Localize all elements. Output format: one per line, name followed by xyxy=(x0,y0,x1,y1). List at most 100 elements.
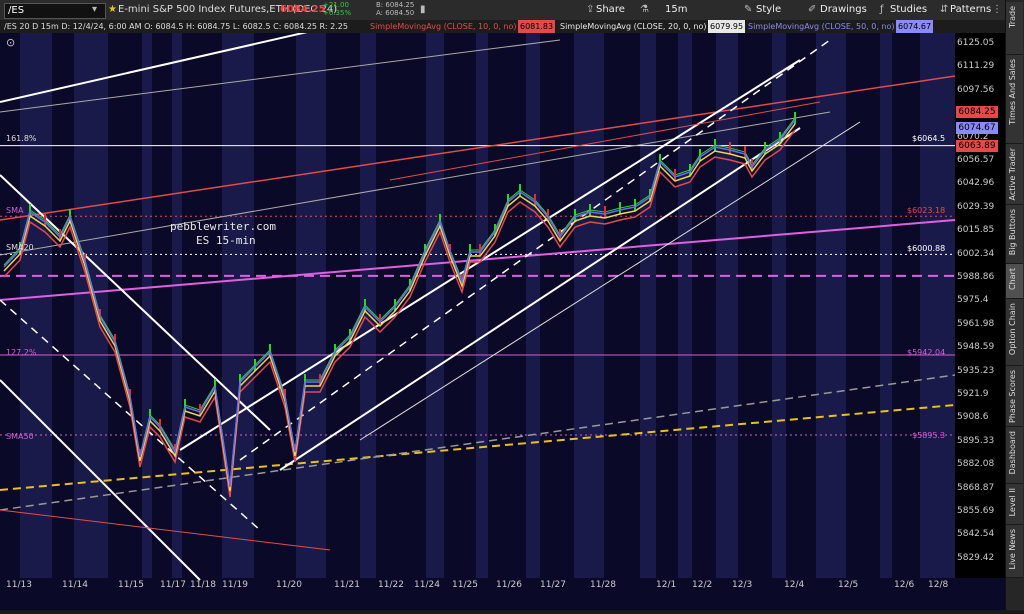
symbol-input[interactable]: /ES xyxy=(4,3,106,19)
level-icon[interactable]: ▮ xyxy=(420,4,426,16)
site-annotation: pebblewriter.com xyxy=(170,220,276,233)
price-axis-label: 5829.42 xyxy=(957,552,995,563)
fib-1272-label: 127.2% xyxy=(6,348,37,357)
sidebar-tab-chart[interactable]: Chart xyxy=(1006,264,1023,299)
info-icon[interactable]: ⊙ xyxy=(6,37,15,49)
sidebar-tab-label: Times And Sales xyxy=(1008,59,1017,125)
price-axis-label: 5975.4 xyxy=(957,295,989,306)
date-axis-label: 12/2 xyxy=(692,580,713,590)
flask-icon[interactable]: ⚗ xyxy=(640,4,649,16)
session-band xyxy=(816,33,846,578)
studies-icon[interactable]: ƒ xyxy=(880,4,884,16)
session-band xyxy=(172,33,182,578)
date-axis-label: 11/26 xyxy=(496,580,522,590)
date-axis-label: 11/13 xyxy=(6,580,32,590)
date-axis-label: 12/4 xyxy=(784,580,805,590)
style-icon[interactable]: ✎ xyxy=(744,4,752,16)
star-icon[interactable]: ★ xyxy=(108,4,117,16)
level-6000: $6000.88 xyxy=(907,244,946,253)
date-axis-label: 11/17 xyxy=(160,580,186,590)
level-6023: $6023.18 xyxy=(907,206,946,215)
price-axis-label: 5935.23 xyxy=(957,365,995,376)
sma50-left-label: SMA50 xyxy=(6,432,34,441)
session-band xyxy=(20,33,52,578)
date-axis-label: 11/15 xyxy=(118,580,144,590)
sidebar-tab-live-news[interactable]: Live News xyxy=(1006,525,1023,578)
chevron-down-icon[interactable]: ▾ xyxy=(92,4,97,16)
price-axis-label: 5855.69 xyxy=(957,506,995,516)
price-axis-label: 5988.86 xyxy=(957,272,995,282)
price-axis-label: 5948.59 xyxy=(957,342,995,353)
patterns-icon[interactable]: ⇵ xyxy=(940,4,948,16)
session-band xyxy=(772,33,786,578)
price-axis-label: 6125.05 xyxy=(957,38,995,48)
last-price: 6084.25 xyxy=(280,4,326,15)
sidebar-tab-level-ii[interactable]: Level II xyxy=(1006,484,1023,525)
session-band xyxy=(360,33,376,578)
date-axis-label: 12/6 xyxy=(894,580,915,590)
sidebar-tab-dashboard[interactable]: Dashboard xyxy=(1006,427,1023,484)
session-band xyxy=(574,33,604,578)
sma50-legend: SimpleMovingAvg (CLOSE, 50, 0, no) xyxy=(748,22,895,31)
chart-subtitle: ES 15-min xyxy=(196,234,256,247)
sma-left-label: SMA xyxy=(6,206,24,215)
share-icon[interactable]: ⇪ xyxy=(586,4,594,16)
share-button[interactable]: Share xyxy=(596,4,625,16)
sma10-line xyxy=(3,129,796,498)
price-axis-label: 5895.33 xyxy=(957,435,995,446)
sidebar-tab-label: Big Buttons xyxy=(1008,209,1017,256)
price-axis-label: 6029.39 xyxy=(957,201,995,212)
patterns-button[interactable]: Patterns xyxy=(950,4,991,16)
study-legend: /ES 20 D 15m D: 12/4/24, 6:00 AM O: 6084… xyxy=(0,20,1005,33)
top-toolbar: /ES ▾ ★ E-mini S&P 500 Index Futures,ETH… xyxy=(0,0,1005,21)
session-band xyxy=(526,33,540,578)
more-icon[interactable]: ⋮ xyxy=(992,4,1002,16)
net-change: +21.00 +0.35% xyxy=(323,1,352,17)
price-axis-label: 6042.96 xyxy=(957,178,995,189)
fib-1618-label: 161.8% xyxy=(6,134,37,143)
date-axis-label: 11/21 xyxy=(334,580,360,590)
sidebar-tab-big-buttons[interactable]: Big Buttons xyxy=(1006,205,1023,264)
price-axis-label: 5842.54 xyxy=(957,529,995,540)
sidebar-tab-label: Active Trader xyxy=(1008,148,1017,201)
price-chart[interactable] xyxy=(0,19,1005,610)
price-axis-label: 6111.29 xyxy=(957,61,995,72)
session-band xyxy=(74,33,108,578)
date-axis-label: 11/22 xyxy=(378,580,404,590)
sma50-price-tag: 6074.67 xyxy=(956,122,998,134)
sma20-legend: SimpleMovingAvg (CLOSE, 20, 0, no) xyxy=(560,22,707,31)
sma20-left-label: SMA20 xyxy=(6,243,34,252)
date-axis-label: 11/18 xyxy=(190,580,216,590)
session-band xyxy=(476,33,488,578)
last-price-tag: 6084.25 xyxy=(956,106,998,118)
channel-up-upper xyxy=(179,59,801,451)
session-band xyxy=(426,33,444,578)
chart-area[interactable] xyxy=(0,19,1005,610)
sidebar-tab-phase-scores[interactable]: Phase Scores xyxy=(1006,366,1023,427)
sidebar-tab-trade[interactable]: Trade xyxy=(1006,2,1023,55)
date-axis-label: 12/1 xyxy=(656,580,677,590)
date-axis-label: 11/25 xyxy=(452,580,478,590)
session-band xyxy=(920,33,955,578)
date-axis-label: 11/14 xyxy=(62,580,88,590)
price-axis-label: 6015.85 xyxy=(957,225,995,236)
bid-ask: B: 6084.25 A: 6084.50 xyxy=(376,1,415,17)
symbol-text: /ES xyxy=(8,5,25,16)
sidebar-tab-active-trader[interactable]: Active Trader xyxy=(1006,144,1023,205)
sidebar-tab-label: Level II xyxy=(1008,488,1017,517)
date-axis-label: 12/5 xyxy=(838,580,859,590)
sma10-value: 6081.83 xyxy=(518,20,556,33)
timeframe-button[interactable]: 15m xyxy=(665,4,687,16)
session-band xyxy=(296,33,326,578)
date-axis-label: 11/24 xyxy=(414,580,440,590)
sma10-legend: SimpleMovingAvg (CLOSE, 10, 0, no) xyxy=(370,22,517,31)
studies-button[interactable]: Studies xyxy=(890,4,927,16)
style-button[interactable]: Style xyxy=(756,4,781,16)
sidebar-tab-times-and-sales[interactable]: Times And Sales xyxy=(1006,55,1023,144)
drawings-button[interactable]: Drawings xyxy=(820,4,867,16)
drawings-icon[interactable]: ✐ xyxy=(808,4,816,16)
sidebar-tab-label: Live News xyxy=(1008,529,1017,570)
date-axis-label: 11/28 xyxy=(590,580,616,590)
sidebar-tab-option-chain[interactable]: Option Chain xyxy=(1006,299,1023,366)
sma20-value: 6079.95 xyxy=(708,20,746,33)
